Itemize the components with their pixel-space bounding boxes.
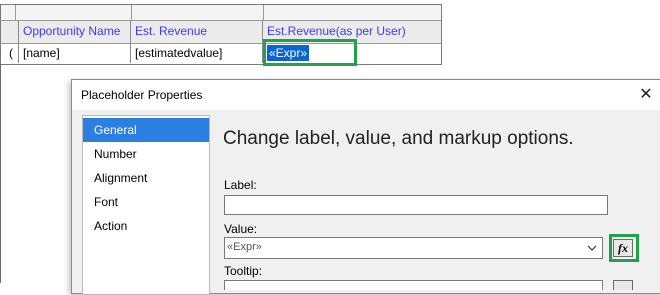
table-header-row: Opportunity Name Est. Revenue Est.Revenu…: [0, 20, 442, 45]
nav-item-number[interactable]: Number: [83, 142, 209, 166]
value-combobox-text: «Expr»: [227, 241, 262, 253]
table-data-row: [name] [estimatedvalue] «Expr»: [0, 43, 442, 65]
label-input[interactable]: [224, 195, 608, 215]
nav-item-general[interactable]: General: [83, 118, 209, 142]
column-handle-strip[interactable]: [0, 4, 442, 21]
report-table: Opportunity Name Est. Revenue Est.Revenu…: [0, 0, 445, 67]
properties-nav: General Number Alignment Font Action: [82, 115, 210, 295]
tooltip-field-label: Tooltip:: [224, 264, 263, 278]
panel-heading: Change label, value, and markup options.: [223, 128, 574, 149]
nav-item-font[interactable]: Font: [83, 190, 209, 214]
row-handle[interactable]: (: [4, 44, 18, 62]
nav-item-alignment[interactable]: Alignment: [83, 166, 209, 190]
cell-estimatedvalue[interactable]: [estimatedvalue]: [131, 44, 263, 62]
value-field-label: Value:: [224, 222, 258, 236]
cell-name[interactable]: [name]: [19, 44, 131, 62]
highlight-box-fx-button: [609, 234, 639, 262]
nav-item-action[interactable]: Action: [83, 214, 209, 238]
column-header-opportunity-name[interactable]: Opportunity Name: [19, 21, 131, 42]
column-header-est-revenue[interactable]: Est. Revenue: [131, 21, 263, 42]
placeholder-properties-dialog: Placeholder Properties ✕ General Number …: [71, 79, 660, 295]
highlight-box-expression-cell: [263, 39, 357, 66]
general-panel: Change label, value, and markup options.…: [217, 110, 660, 293]
label-field-label: Label:: [224, 178, 257, 192]
chevron-down-icon[interactable]: [586, 242, 598, 254]
close-icon[interactable]: ✕: [637, 86, 655, 104]
value-combobox[interactable]: «Expr»: [224, 237, 603, 259]
tooltip-input[interactable]: [224, 280, 603, 290]
dialog-title: Placeholder Properties: [81, 88, 203, 102]
dialog-titlebar[interactable]: Placeholder Properties ✕: [72, 80, 660, 110]
tooltip-fx-button[interactable]: [613, 280, 633, 290]
